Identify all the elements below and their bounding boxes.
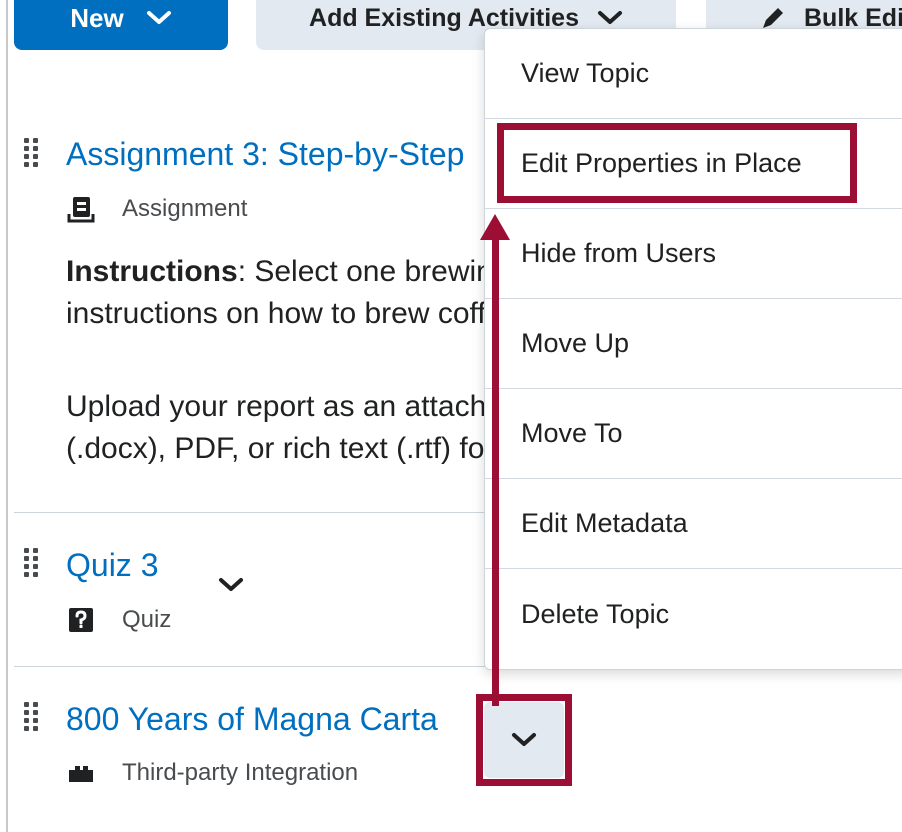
item-title-assignment-3[interactable]: Assignment 3: Step-by-Step	[66, 138, 464, 170]
item-type-row: Quiz	[66, 605, 171, 635]
chevron-down-icon	[597, 11, 622, 24]
menu-item-edit-metadata[interactable]: Edit Metadata	[485, 479, 902, 569]
annotation-arrow-line	[492, 236, 499, 706]
new-button-label: New	[70, 2, 124, 33]
new-button[interactable]: New	[14, 0, 228, 50]
instructions-label: Instructions	[66, 255, 238, 288]
menu-item-view-topic[interactable]: View Topic	[485, 29, 902, 119]
highlight-box-edit-properties	[497, 123, 857, 203]
menu-item-delete-topic[interactable]: Delete Topic	[485, 569, 902, 659]
drag-handle-icon[interactable]	[24, 702, 40, 731]
assignment-icon	[66, 194, 96, 224]
item-title-800-years-of-magna-carta[interactable]: 800 Years of Magna Carta	[66, 703, 438, 735]
item-type-row: Assignment	[66, 194, 247, 224]
item-type-label: Assignment	[122, 195, 248, 222]
chevron-down-icon	[146, 11, 171, 24]
menu-item-hide-from-users[interactable]: Hide from Users	[485, 209, 902, 299]
quiz-icon	[66, 605, 96, 635]
highlight-box-context-menu-button	[476, 694, 572, 786]
item-type-label: Quiz	[122, 606, 172, 633]
item-type-label: Third-party Integration	[122, 759, 359, 786]
page-left-border	[6, 0, 8, 832]
item-title-quiz-3[interactable]: Quiz 3	[66, 549, 158, 581]
chevron-down-icon[interactable]	[218, 576, 244, 594]
menu-item-move-up[interactable]: Move Up	[485, 299, 902, 389]
item-type-row: Third-party Integration	[66, 758, 358, 788]
drag-handle-icon[interactable]	[24, 548, 40, 577]
drag-handle-icon[interactable]	[24, 138, 40, 167]
menu-item-move-to[interactable]: Move To	[485, 389, 902, 479]
lti-integration-icon	[66, 758, 96, 788]
annotation-arrow-head-icon	[480, 214, 510, 240]
